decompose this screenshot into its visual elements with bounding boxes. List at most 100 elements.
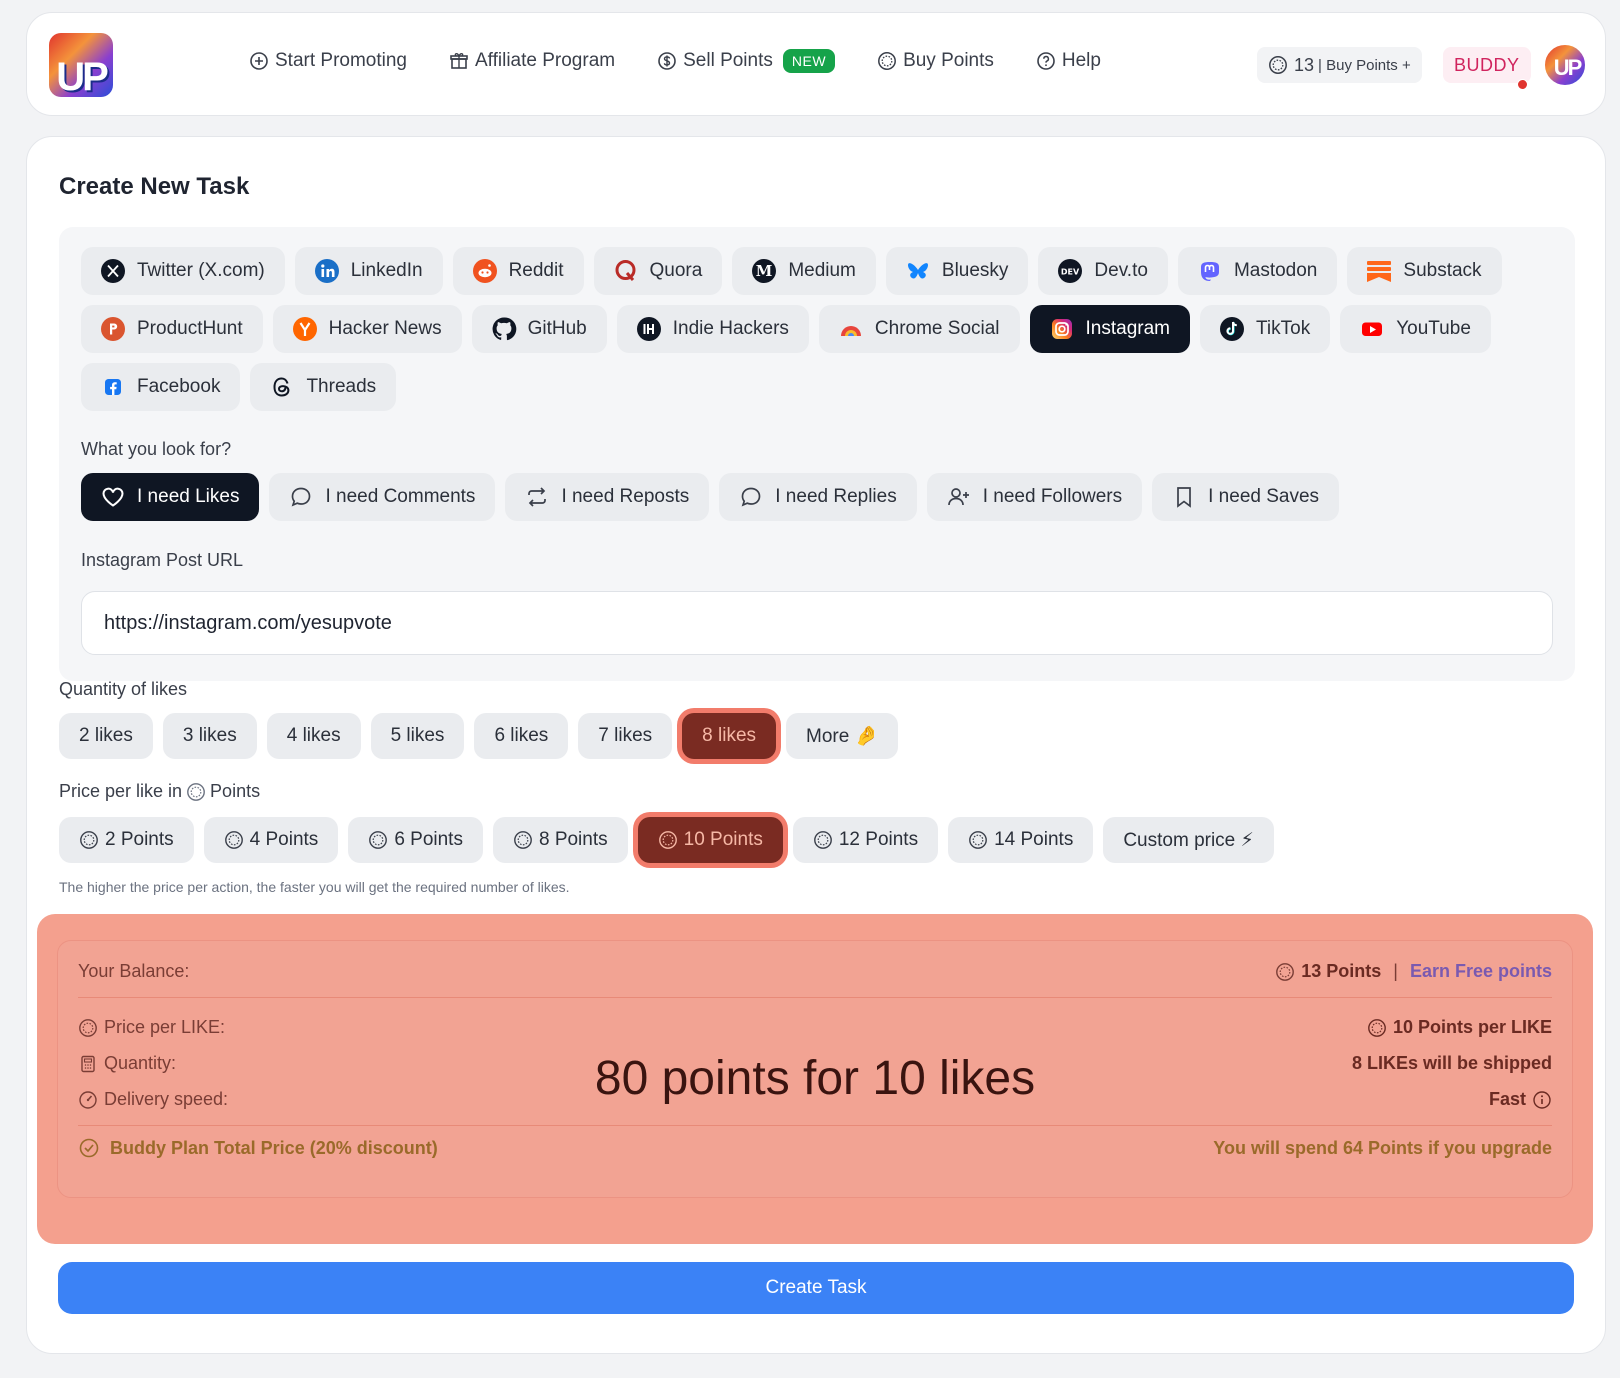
plan-badge[interactable]: BUDDY — [1443, 47, 1531, 83]
platform-threads[interactable]: Threads — [250, 363, 397, 411]
buddy-plan-row: Buddy Plan Total Price (20% discount) Yo… — [78, 1137, 1552, 1159]
youtube-icon — [1358, 315, 1386, 343]
quantity-option[interactable]: 7 likes — [578, 713, 673, 759]
platform-chrome-social[interactable]: Chrome Social — [818, 305, 1020, 353]
option-label: I need Likes — [137, 486, 240, 507]
user-plus-icon — [945, 483, 973, 511]
nav-label: Buy Points — [903, 50, 994, 71]
calculator-icon — [81, 1055, 95, 1072]
price-option[interactable]: 12 Points — [792, 817, 939, 863]
quora-icon — [612, 257, 640, 285]
balance-buy-points-button[interactable]: 13 | Buy Points + — [1257, 47, 1422, 83]
substack-icon — [1365, 257, 1393, 285]
price-option[interactable]: 6 Points — [348, 817, 483, 863]
plus-circle-icon — [250, 52, 268, 70]
platform-hackernews[interactable]: Hacker News — [272, 305, 462, 353]
platform-quora[interactable]: Quora — [593, 247, 723, 295]
option-label: I need Reposts — [561, 486, 690, 507]
quantity-option[interactable]: 6 likes — [474, 713, 569, 759]
create-task-button[interactable]: Create Task — [58, 1262, 1574, 1314]
order-summary: Your Balance: 13 Points | Earn Free poin… — [57, 940, 1573, 1198]
buddy-plan-value: You will spend 64 Points if you upgrade — [1213, 1137, 1552, 1158]
quantity-option-selected[interactable]: 8 likes — [682, 713, 777, 759]
producthunt-icon — [99, 315, 127, 343]
divider — [78, 997, 1552, 998]
info-icon[interactable] — [1532, 1090, 1552, 1110]
quantity-option[interactable]: 2 likes — [59, 713, 153, 759]
custom-price-option[interactable]: Custom price ⚡ — [1103, 817, 1274, 863]
app-logo[interactable]: UP — [49, 33, 113, 97]
reply-icon — [737, 483, 765, 511]
price-option[interactable]: 4 Points — [203, 817, 339, 863]
option-likes[interactable]: I need Likes — [81, 473, 260, 521]
delivery-label-group: Delivery speed: — [78, 1089, 228, 1110]
option-saves[interactable]: I need Saves — [1152, 473, 1340, 521]
balance-value-group: 13 Points | Earn Free points — [1275, 961, 1552, 982]
platform-medium[interactable]: M Medium — [732, 247, 876, 295]
quantity-option[interactable]: 5 likes — [370, 713, 465, 759]
dollar-circle-icon — [658, 52, 676, 70]
option-reposts[interactable]: I need Reposts — [505, 473, 710, 521]
separator: | — [1393, 961, 1398, 981]
reddit-icon — [471, 257, 499, 285]
price-option-selected[interactable]: 10 Points — [637, 817, 783, 863]
points-coin-icon — [658, 831, 677, 849]
platform-github[interactable]: GitHub — [471, 305, 607, 353]
quantity-option[interactable]: 4 likes — [266, 713, 361, 759]
delivery-row: Delivery speed: Fast — [78, 1089, 1552, 1110]
price-option[interactable]: 8 Points — [492, 817, 628, 863]
option-replies[interactable]: I need Replies — [719, 473, 917, 521]
quantity-more-option[interactable]: More 🤌 — [786, 713, 899, 759]
heart-icon — [99, 483, 127, 511]
hackernews-icon — [291, 315, 319, 343]
svg-text:M: M — [756, 262, 773, 280]
points-coin-icon — [1368, 1018, 1386, 1037]
nav-buy-points[interactable]: Buy Points — [877, 50, 994, 72]
platform-mastodon[interactable]: Mastodon — [1177, 247, 1338, 295]
platform-twitter[interactable]: Twitter (X.com) — [81, 247, 285, 295]
platform-bluesky[interactable]: Bluesky — [885, 247, 1029, 295]
platform-label: ProductHunt — [137, 318, 243, 339]
platform-devto[interactable]: DEV Dev.to — [1038, 247, 1168, 295]
quantity-option[interactable]: 3 likes — [162, 713, 257, 759]
price-option-label: 12 Points — [838, 829, 919, 850]
option-followers[interactable]: I need Followers — [926, 473, 1143, 521]
gift-icon — [450, 53, 468, 69]
buddy-plan-label-group: Buddy Plan Total Price (20% discount) — [78, 1137, 438, 1159]
points-coin-icon — [878, 52, 897, 70]
platform-tiktok[interactable]: TikTok — [1200, 305, 1331, 353]
divider — [78, 1125, 1552, 1126]
main-nav: Start Promoting Affiliate Program Sell P… — [249, 49, 1143, 73]
option-comments[interactable]: I need Comments — [269, 473, 496, 521]
nav-sell-points[interactable]: Sell Points NEW — [657, 49, 836, 73]
platform-indiehackers[interactable]: Indie Hackers — [616, 305, 809, 353]
platform-instagram[interactable]: Instagram — [1029, 305, 1191, 353]
bluesky-icon — [904, 257, 932, 285]
earn-free-points-link[interactable]: Earn Free points — [1410, 961, 1552, 982]
platform-linkedin[interactable]: LinkedIn — [294, 247, 443, 295]
price-option[interactable]: 2 Points — [59, 817, 194, 863]
nav-label: Affiliate Program — [475, 50, 616, 71]
user-avatar[interactable]: UP — [1543, 43, 1587, 87]
price-per-like-label: Price per LIKE: — [104, 1017, 226, 1037]
platform-producthunt[interactable]: ProductHunt — [81, 305, 263, 353]
platform-label: GitHub — [527, 318, 587, 339]
delivery-value-group: Fast — [1489, 1089, 1552, 1110]
price-option[interactable]: 14 Points — [948, 817, 1094, 863]
platform-substack[interactable]: Substack — [1347, 247, 1502, 295]
platform-youtube[interactable]: YouTube — [1340, 305, 1491, 353]
points-coin-icon — [969, 831, 987, 849]
platform-reddit[interactable]: Reddit — [452, 247, 584, 295]
nav-start-promoting[interactable]: Start Promoting — [249, 50, 407, 72]
platform-row-1: Twitter (X.com) LinkedIn Reddit Quora M … — [81, 247, 1512, 295]
points-coin-icon — [813, 831, 832, 849]
platform-facebook[interactable]: Facebook — [81, 363, 241, 411]
points-coin-icon — [1269, 56, 1287, 74]
points-coin-icon — [514, 831, 532, 849]
post-url-input[interactable] — [81, 591, 1553, 655]
platform-label: Reddit — [508, 260, 564, 281]
nav-affiliate-program[interactable]: Affiliate Program — [449, 50, 615, 72]
page-title: Create New Task — [59, 173, 250, 200]
look-for-label: What you look for? — [81, 439, 232, 459]
nav-help[interactable]: Help — [1036, 50, 1101, 72]
